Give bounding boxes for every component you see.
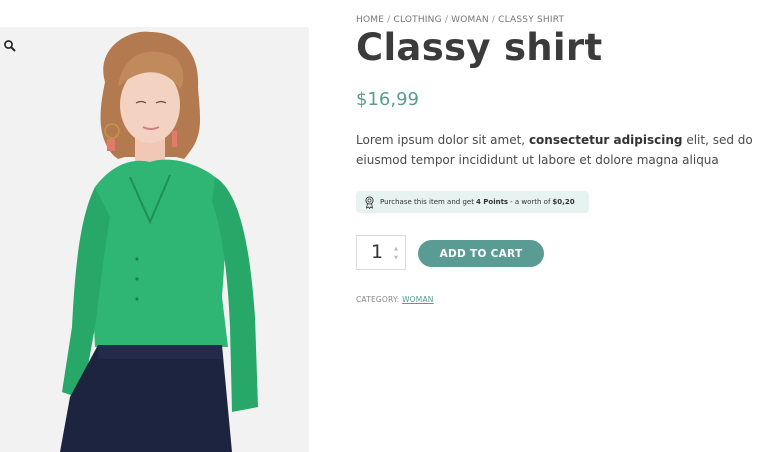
quantity-arrows[interactable]: ▲ ▼: [392, 245, 400, 263]
breadcrumb-separator: /: [444, 15, 449, 25]
points-middle: - a worth of: [510, 198, 551, 206]
description-text: Lorem ipsum dolor sit amet,: [356, 133, 529, 147]
magnifier-icon: [4, 40, 16, 52]
breadcrumb-clothing[interactable]: CLOTHING: [393, 15, 441, 25]
product-title: Classy shirt: [356, 26, 603, 69]
product-category: CATEGORY: WOMAN: [356, 295, 434, 304]
decrement-arrow-icon[interactable]: ▼: [392, 254, 400, 263]
product-image[interactable]: [0, 27, 309, 452]
product-gallery[interactable]: [0, 27, 309, 452]
points-worth: $0,20: [552, 198, 575, 206]
points-notice: Purchase this item and get 4 Points - a …: [356, 191, 589, 213]
category-label: CATEGORY:: [356, 295, 400, 304]
breadcrumb-current: CLASSY SHIRT: [498, 15, 565, 25]
award-ribbon-icon: [365, 195, 374, 209]
product-price: $16,99: [356, 89, 419, 110]
points-prefix: Purchase this item and get: [380, 198, 474, 206]
points-amount: 4 Points: [475, 198, 509, 206]
product-description: Lorem ipsum dolor sit amet, consectetur …: [356, 130, 768, 170]
breadcrumb-separator: /: [387, 15, 391, 25]
breadcrumb-home[interactable]: HOME: [356, 15, 384, 25]
category-link-woman[interactable]: WOMAN: [402, 295, 434, 304]
breadcrumb-separator: /: [491, 15, 496, 25]
breadcrumb-woman[interactable]: WOMAN: [451, 15, 489, 25]
breadcrumb: HOME / CLOTHING / WOMAN / CLASSY SHIRT: [356, 15, 564, 25]
increment-arrow-icon[interactable]: ▲: [392, 245, 400, 254]
add-to-cart-button[interactable]: ADD TO CART: [418, 240, 544, 267]
description-bold: consectetur adipiscing: [528, 133, 683, 147]
zoom-button[interactable]: [3, 38, 17, 52]
quantity-stepper[interactable]: 1 ▲ ▼: [356, 235, 406, 270]
quantity-value[interactable]: 1: [371, 241, 383, 263]
